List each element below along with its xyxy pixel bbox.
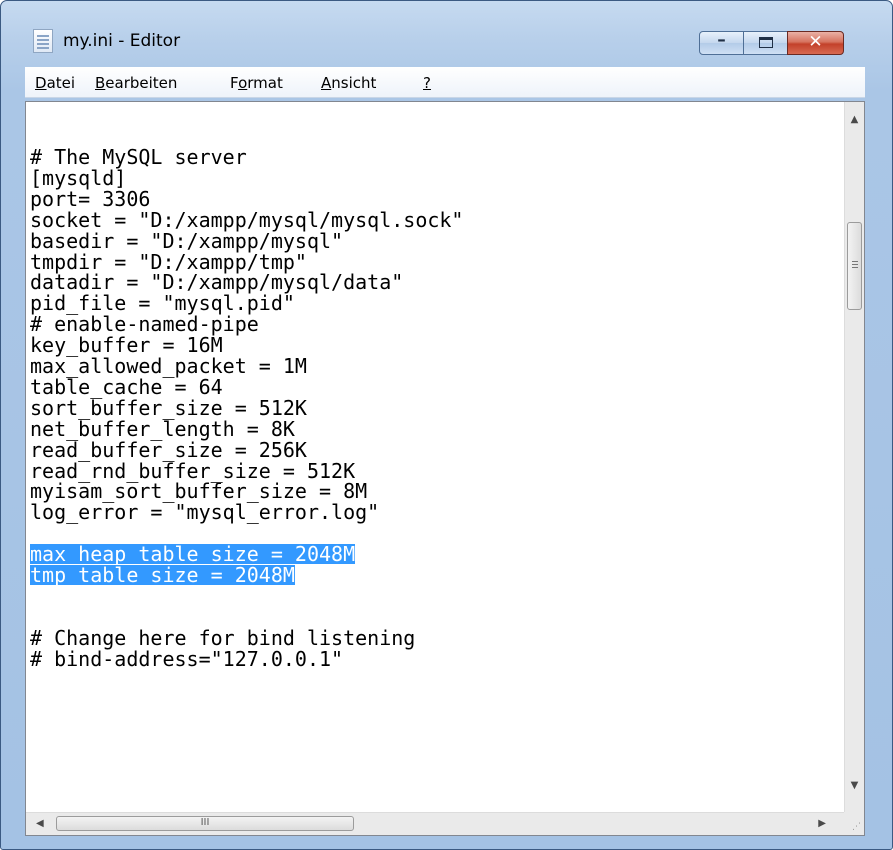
text-line: [mysqld] [30, 165, 127, 190]
notepad-icon [33, 29, 53, 53]
text-line: sort_buffer_size = 512K [30, 395, 307, 420]
text-line: read_rnd_buffer_size = 512K [30, 458, 356, 483]
selected-text-line: tmp_table_size = 2048M [30, 563, 295, 587]
horizontal-scrollbar[interactable]: ◀ III ▶ [26, 812, 844, 835]
text-line: port= 3306 [30, 186, 151, 211]
close-icon: ✕ [808, 32, 823, 52]
minimize-button[interactable]: – [699, 30, 744, 55]
size-grip-icon[interactable]: ⋰ [852, 822, 861, 832]
text-line: # enable-named-pipe [30, 312, 259, 337]
text-line: # Change here for bind listening [30, 625, 416, 650]
window-title: my.ini - Editor [63, 31, 181, 51]
scroll-right-icon[interactable]: ▶ [818, 818, 826, 829]
menu-bar: Datei Bearbeiten Format Ansicht ? [25, 67, 865, 98]
minimize-icon: – [717, 30, 726, 50]
menu-item-bearbeiten[interactable]: Bearbeiten [95, 74, 177, 92]
menu-item-format[interactable]: Format [230, 74, 283, 92]
notepad-window: my.ini - Editor – ✕ Datei Bearbeiten For… [0, 0, 893, 850]
text-line: pid_file = "mysql.pid" [30, 291, 295, 316]
selected-text-line: max_heap_table_size = 2048M [30, 542, 356, 567]
text-line: socket = "D:/xampp/mysql/mysql.sock" [30, 207, 464, 232]
close-button[interactable]: ✕ [787, 31, 844, 55]
text-line: basedir = "D:/xampp/mysql" [30, 228, 344, 253]
horizontal-scroll-thumb[interactable]: III [56, 816, 354, 831]
menu-item-help[interactable]: ? [423, 74, 431, 92]
text-editor[interactable]: # The MySQL server [mysqld] port= 3306 sock… [26, 102, 844, 812]
text-line: # The MySQL server [30, 145, 247, 169]
scroll-down-icon[interactable]: ▼ [845, 780, 864, 791]
text-line: max_allowed_packet = 1M [30, 354, 307, 378]
scroll-left-icon[interactable]: ◀ [36, 818, 44, 829]
scroll-corner: ⋰ [844, 812, 864, 835]
text-line: tmpdir = "D:/xampp/tmp" [30, 249, 307, 274]
grip-icon: III [200, 817, 210, 828]
text-line: key_buffer = 16M [30, 333, 223, 358]
grip-icon [852, 261, 858, 262]
editor-area: # The MySQL server [mysqld] port= 3306 sock… [25, 101, 865, 836]
text-line: net_buffer_length = 8K [30, 416, 295, 441]
scroll-up-icon[interactable]: ▲ [845, 114, 864, 125]
text-line: # bind-address="127.0.0.1" [30, 646, 344, 671]
menu-item-ansicht[interactable]: Ansicht [321, 74, 376, 92]
vertical-scroll-thumb[interactable] [847, 222, 862, 310]
text-line: log_error = "mysql_error.log" [30, 500, 380, 525]
text-line: table_cache = 64 [30, 374, 223, 399]
maximize-icon [759, 37, 773, 48]
vertical-scrollbar[interactable]: ▲ ▼ [844, 102, 864, 812]
text-line: datadir = "D:/xampp/mysql/data" [30, 270, 404, 295]
text-line: myisam_sort_buffer_size = 8M [30, 479, 368, 504]
text-line: read_buffer_size = 256K [30, 437, 307, 462]
title-bar[interactable]: my.ini - Editor – ✕ [1, 1, 892, 55]
maximize-button[interactable] [743, 31, 788, 55]
menu-item-datei[interactable]: Datei [35, 74, 75, 92]
